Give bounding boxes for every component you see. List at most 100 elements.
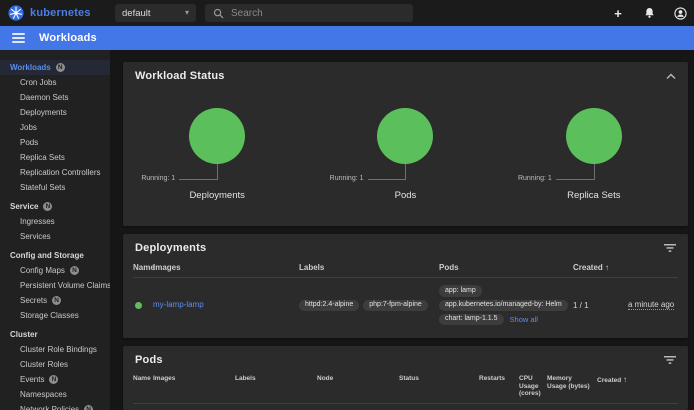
deployments-card: Deployments NameImagesLabelsPodsCreated …	[123, 234, 688, 338]
sidebar-item-label: Cron Jobs	[20, 78, 56, 87]
sidebar-item-service[interactable]: ServiceN	[0, 199, 110, 214]
deployment-name-cell: my-lamp-lamp	[153, 278, 299, 332]
sidebar-item-namespaces[interactable]: Namespaces	[0, 387, 110, 402]
collapse-chevron-up-icon[interactable]	[666, 73, 676, 80]
sidebar-item-cluster-roles[interactable]: Cluster Roles	[0, 357, 110, 372]
column-header-restarts[interactable]: Restarts	[479, 370, 519, 402]
sidebar-item-cron-jobs[interactable]: Cron Jobs	[0, 75, 110, 90]
chevron-down-icon: ▾	[185, 9, 189, 17]
sort-ascending-icon: ↑	[623, 375, 627, 384]
sidebar-item-storage-classes[interactable]: Storage Classes	[0, 308, 110, 323]
sidebar-item-daemon-sets[interactable]: Daemon Sets	[0, 90, 110, 105]
column-header-images[interactable]: Images	[153, 258, 299, 277]
column-header-created[interactable]: Created ↑	[573, 258, 628, 277]
sidebar-item-services[interactable]: Services	[0, 229, 110, 244]
pods-count-cell: 1 / 1	[573, 278, 628, 332]
sidebar-item-label: Cluster Roles	[20, 360, 68, 369]
sidebar-item-config-maps[interactable]: Config Maps N	[0, 263, 110, 278]
sidebar-item-events[interactable]: EventsN	[0, 372, 110, 387]
column-header-labels[interactable]: Labels	[235, 370, 317, 402]
status-dot-cell	[133, 278, 153, 332]
sidebar-item-ingresses[interactable]: Ingresses	[0, 214, 110, 229]
topbar: kubernetes default ▾ +	[0, 0, 694, 26]
legend-leader-line	[179, 179, 217, 180]
pods-card: Pods NameImagesLabelsNodeStatusRestartsC…	[123, 346, 688, 410]
sort-ascending-icon: ↑	[605, 263, 609, 272]
sidebar-item-label: Config and Storage	[10, 251, 84, 260]
sidebar-item-persistent-volume-claims[interactable]: Persistent Volume ClaimsN	[0, 278, 110, 293]
sidebar-item-label: Deployments	[20, 108, 67, 117]
sidebar-item-label: Events	[20, 375, 44, 384]
user-account-icon[interactable]	[672, 5, 688, 21]
column-header-pods[interactable]: Pods	[439, 258, 573, 277]
sidebar: WorkloadsNCron JobsDaemon SetsDeployment…	[0, 50, 110, 410]
image-chips: httpd:2.4-alpinephp:7-fpm-alpine	[299, 300, 428, 311]
namespace-selector[interactable]: default ▾	[115, 4, 196, 22]
status-pie-chart[interactable]	[566, 108, 622, 164]
sidebar-item-deployments[interactable]: Deployments	[0, 105, 110, 120]
namespaced-badge-icon: N	[70, 266, 79, 275]
column-header-labels[interactable]: Labels	[299, 258, 439, 277]
column-header-cpu-usage-cores[interactable]: CPU Usage (cores)	[519, 370, 547, 402]
sidebar-item-network-policies[interactable]: Network PoliciesN	[0, 402, 110, 410]
deployments-title: Deployments	[135, 242, 206, 254]
running-status-icon	[135, 302, 142, 309]
memory-usage-cell: -	[597, 404, 647, 410]
column-header-name[interactable]: Name	[133, 258, 153, 277]
status-pie-chart[interactable]	[189, 108, 245, 164]
column-header-node[interactable]: Node	[317, 370, 399, 402]
label-line: chart: lamp-1.1.5Show all	[439, 314, 538, 325]
created-cell: a minute ago	[628, 278, 678, 332]
search-icon	[213, 8, 224, 19]
sidebar-item-label: Config Maps	[20, 266, 65, 275]
filter-icon[interactable]	[664, 355, 676, 365]
sidebar-item-cluster-role-bindings[interactable]: Cluster Role Bindings	[0, 342, 110, 357]
column-header-created[interactable]: Created ↑	[597, 370, 647, 402]
column-header-images[interactable]: Images	[153, 370, 235, 402]
legend-label: Running: 1	[141, 175, 175, 182]
namespaced-badge-icon: N	[43, 202, 52, 211]
search-box[interactable]	[205, 4, 413, 22]
main-content: Workload Status Running: 1DeploymentsRun…	[110, 50, 694, 410]
chart-title: Replica Sets	[500, 190, 688, 201]
legend-leader-line	[368, 179, 406, 180]
sidebar-item-label: Daemon Sets	[20, 93, 68, 102]
sidebar-item-pods[interactable]: Pods	[0, 135, 110, 150]
legend-leader-line	[556, 179, 594, 180]
chart-title: Deployments	[123, 190, 311, 201]
sidebar-item-label: Workloads	[10, 63, 51, 72]
deployment-name-link[interactable]: my-lamp-lamp	[153, 300, 204, 310]
restarts-cell: 0	[519, 404, 547, 410]
sidebar-item-stateful-sets[interactable]: Stateful Sets	[0, 180, 110, 195]
filter-icon[interactable]	[664, 243, 676, 253]
sidebar-item-label: Ingresses	[20, 217, 55, 226]
column-header-name[interactable]: Name	[133, 370, 153, 402]
labels-cell: app: lamppod-template-hash: 5fd985cf68	[317, 404, 399, 410]
sidebar-item-workloads[interactable]: WorkloadsN	[0, 60, 110, 75]
create-plus-icon[interactable]: +	[610, 5, 626, 21]
status-pie-chart[interactable]	[377, 108, 433, 164]
sidebar-item-secrets[interactable]: SecretsN	[0, 293, 110, 308]
brand[interactable]: kubernetes	[8, 0, 91, 26]
show-all-link[interactable]: Show all	[510, 315, 538, 324]
sidebar-item-label: Secrets	[20, 296, 47, 305]
created-timestamp: a minute ago	[628, 300, 674, 310]
column-header-memory-usage-bytes[interactable]: Memory Usage (bytes)	[547, 370, 597, 402]
column-header-status[interactable]: Status	[399, 370, 479, 402]
kubernetes-dashboard: kubernetes default ▾ +	[0, 0, 694, 410]
notifications-bell-icon[interactable]	[641, 5, 657, 21]
label-chip: app.kubernetes.io/managed-by: Helm	[439, 300, 568, 311]
node-cell: lke55127-86393-622f8d09399a	[399, 404, 479, 410]
sidebar-item-replica-sets[interactable]: Replica Sets	[0, 150, 110, 165]
legend-leader-line	[217, 164, 218, 180]
search-input[interactable]	[231, 8, 405, 19]
sidebar-item-jobs[interactable]: Jobs	[0, 120, 110, 135]
sidebar-item-label: Stateful Sets	[20, 183, 65, 192]
sidebar-item-replication-controllers[interactable]: Replication Controllers	[0, 165, 110, 180]
created-cell: a minute ago	[647, 404, 678, 410]
menu-icon[interactable]	[12, 33, 25, 43]
sidebar-item-cluster[interactable]: Cluster	[0, 327, 110, 342]
label-line: app.kubernetes.io/managed-by: Helm	[439, 300, 568, 311]
sidebar-item-config-and-storage[interactable]: Config and Storage	[0, 248, 110, 263]
sidebar-item-label: Pods	[20, 138, 38, 147]
